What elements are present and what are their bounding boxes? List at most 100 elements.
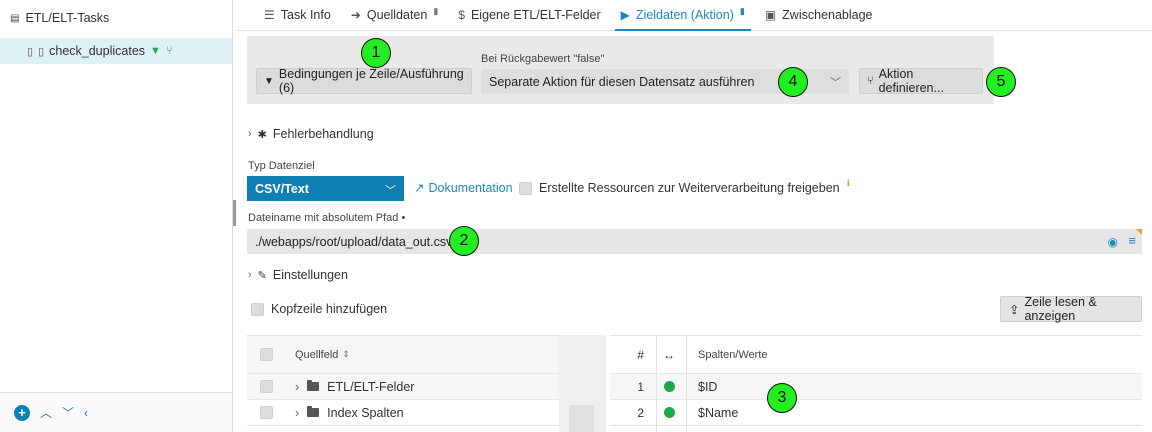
false-action-label: Bei Rückgabewert "false" (481, 53, 605, 65)
tasks-tree-icon: ▤ (10, 12, 20, 24)
document-icon: ▮ (433, 5, 439, 16)
status-dot-icon (663, 407, 675, 418)
define-action-button[interactable]: ⑂ Aktion definieren... (859, 67, 983, 95)
sidebar-item-label: check_duplicates (49, 44, 146, 58)
row-number: 1 (637, 379, 644, 394)
release-resources-row: Erstellte Ressourcen zur Weiterverarbeit… (519, 177, 851, 195)
document-icon: ▮ (739, 5, 745, 16)
chevron-right-icon[interactable]: › (295, 380, 299, 394)
target-type-value: CSV/Text (255, 181, 309, 196)
info-icon: ℹ (846, 177, 851, 188)
tab-zieldaten[interactable]: ▶ Zieldaten (Aktion) ▮ (611, 0, 755, 31)
sidebar-title-label: ETL/ELT-Tasks (25, 11, 110, 25)
table-row[interactable]: › Index Spalten (247, 400, 559, 426)
eye-icon[interactable]: ◉ (1108, 235, 1118, 249)
sidebar-title: ▤ ETL/ELT-Tasks (10, 11, 109, 25)
column-divider (656, 336, 657, 432)
conditions-button-label: Bedingungen je Zeile/Ausführung (6) (278, 67, 464, 95)
filter-icon: ▼ (150, 45, 161, 57)
table-header: Quellfeld ⇕ (247, 336, 559, 374)
filename-input[interactable]: ./webapps/root/upload/data_out.csv ◉ ≡ (247, 229, 1142, 254)
conditions-button[interactable]: ▼ Bedingungen je Zeile/Ausführung (6) (256, 67, 472, 95)
annotation-marker-1: 1 (361, 38, 391, 68)
row-number: 2 (637, 405, 644, 420)
import-icon: ➜ (350, 8, 361, 22)
chevron-down-icon: ﹀ (385, 185, 396, 197)
annotation-marker-2: 2 (449, 226, 479, 256)
mapping-button[interactable] (569, 405, 594, 432)
corner-indicator (1136, 229, 1142, 235)
branch-icon: ⑂ (165, 45, 173, 57)
source-field-header[interactable]: Quellfeld (295, 349, 338, 361)
header-row-option: Kopfzeile hinzufügen (251, 302, 387, 316)
dollar-icon: $ (458, 8, 465, 22)
read-row-button[interactable]: ⇪ Zeile lesen & anzeigen (1000, 295, 1142, 323)
error-handling-toggle[interactable]: › ✱ Fehlerbehandlung (248, 127, 374, 141)
chevron-right-icon: › (248, 128, 252, 140)
column-values-header: Spalten/Werte (698, 348, 768, 361)
documentation-link[interactable]: ↗ Dokumentation (414, 180, 513, 196)
wrench-icon: ✎ (257, 269, 267, 282)
tab-task-info[interactable]: ☰ Task Info (254, 0, 341, 30)
header-row-checkbox[interactable] (251, 302, 264, 316)
column-divider (686, 336, 687, 432)
release-resources-checkbox[interactable] (519, 181, 532, 195)
settings-toggle[interactable]: › ✎ Einstellungen (248, 268, 348, 282)
collapse-left-icon[interactable]: ‹ (84, 406, 88, 420)
tab-eigene-felder[interactable]: $ Eigene ETL/ELT-Felder (448, 0, 610, 30)
sidebar-footer: + ︿ ﹀ ‹ (0, 392, 232, 432)
table-row[interactable]: › ETL/ELT-Felder (247, 374, 559, 400)
sidebar-resize-handle[interactable] (233, 200, 236, 226)
false-action-value: Separate Aktion für diesen Datensatz aus… (489, 74, 755, 89)
source-field-name: Index Spalten (327, 405, 404, 420)
bug-icon: ✱ (257, 128, 267, 141)
tab-bar: ☰ Task Info ➜ Quelldaten ▮ $ Eigene ETL/… (236, 0, 1152, 31)
document-icon: ▯ (38, 45, 45, 58)
column-num-header: # (637, 347, 644, 362)
chevron-down-icon: ﹀ (830, 77, 841, 89)
move-up-icon[interactable]: ︿ (40, 404, 52, 421)
error-handling-label: Fehlerbehandlung (272, 127, 374, 141)
documentation-label: Dokumentation (428, 180, 513, 195)
column-value[interactable]: $ID (688, 380, 717, 394)
branch-icon: ⑂ (867, 75, 874, 87)
read-row-label: Zeile lesen & anzeigen (1024, 295, 1097, 323)
move-down-icon[interactable]: ﹀ (62, 404, 74, 421)
table-header: # ↔ Spalten/Werte (610, 336, 1142, 374)
filename-label: Dateiname mit absolutem Pfad • (248, 212, 406, 224)
column-value[interactable]: $Name (688, 406, 738, 420)
table-row[interactable]: 1 $ID (610, 374, 1142, 400)
chevron-right-icon[interactable]: › (295, 406, 299, 420)
tab-label: Zwischenablage (782, 8, 873, 22)
sort-icon[interactable]: ⇕ (342, 349, 350, 360)
annotation-marker-4: 4 (778, 67, 808, 97)
tab-zwischenablage[interactable]: ▣ Zwischenablage (755, 0, 883, 30)
sidebar-item-check-duplicates[interactable]: ▯ ▯ check_duplicates ▼ ⑂ (0, 38, 232, 64)
select-all-checkbox[interactable] (259, 348, 273, 361)
row-checkbox[interactable] (259, 406, 273, 419)
target-columns-table: # ↔ Spalten/Werte 1 $ID 2 $Name (610, 335, 1142, 432)
row-checkbox[interactable] (259, 380, 273, 393)
play-icon: ▶ (620, 8, 630, 22)
document-icon: ▯ (27, 45, 34, 58)
external-link-icon: ↗ (414, 181, 425, 195)
folder-icon (307, 380, 320, 391)
sidebar: ▤ ETL/ELT-Tasks ▯ ▯ check_duplicates ▼ ⑂… (0, 0, 233, 432)
target-type-label: Typ Datenziel (248, 160, 315, 172)
release-resources-label: Erstellte Ressourcen zur Weiterverarbeit… (539, 181, 840, 195)
upload-icon: ⇪ (1009, 302, 1020, 317)
filter-icon: ▼ (264, 75, 274, 87)
settings-label: Einstellungen (272, 268, 348, 282)
chevron-right-icon: › (248, 269, 252, 281)
tab-label: Eigene ETL/ELT-Felder (470, 8, 601, 22)
tab-quelldaten[interactable]: ➜ Quelldaten ▮ (341, 0, 448, 30)
table-row[interactable]: 2 $Name (610, 400, 1142, 426)
annotation-marker-3: 3 (767, 383, 797, 413)
clipboard-icon: ▣ (764, 8, 777, 22)
status-dot-icon (663, 381, 675, 392)
source-fields-table: Quellfeld ⇕ › ETL/ELT-Felder › Index Spa… (247, 335, 559, 432)
menu-icon[interactable]: ≡ (1128, 233, 1136, 248)
target-type-select[interactable]: CSV/Text ﹀ (247, 176, 404, 201)
annotation-marker-5: 5 (986, 67, 1016, 97)
add-task-icon[interactable]: + (14, 404, 30, 421)
